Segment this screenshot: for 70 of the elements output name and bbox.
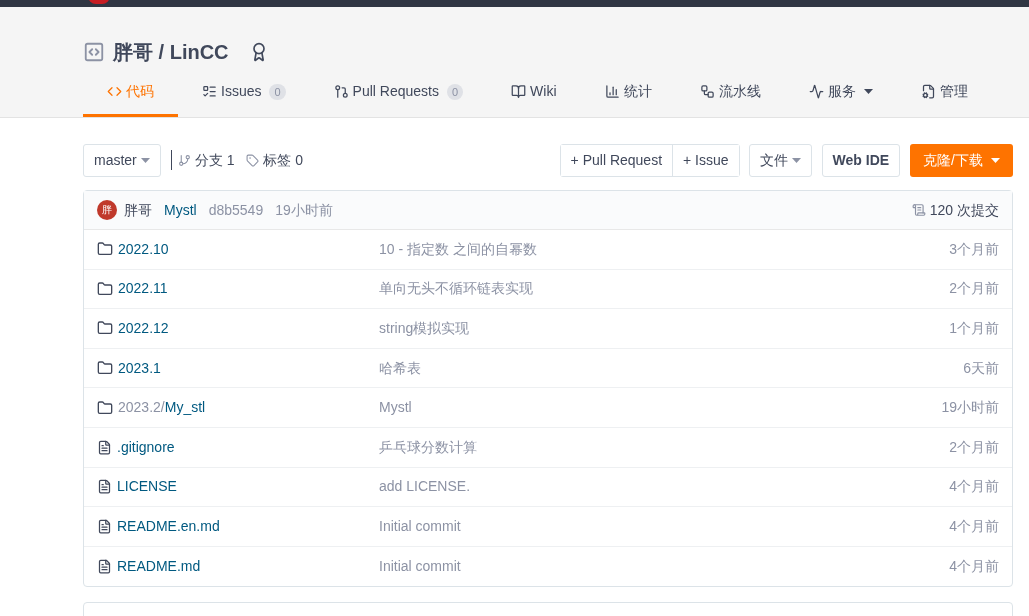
caret-icon	[791, 157, 801, 163]
file-name[interactable]: 2023.2/My_stl	[118, 397, 206, 419]
repo-tab[interactable]: 管理	[896, 69, 992, 117]
caret-icon	[140, 157, 150, 163]
caret-icon	[991, 157, 1000, 163]
file-name[interactable]: .gitignore	[117, 436, 175, 458]
tag-count[interactable]: 标签 0	[263, 149, 304, 171]
web-ide-button[interactable]: Web IDE	[821, 143, 901, 177]
file-menu-button[interactable]: 文件	[748, 143, 812, 177]
repo-tab[interactable]: Wiki	[487, 69, 581, 117]
commit-time: 19小时前	[275, 200, 333, 220]
file-icon	[97, 518, 112, 534]
repo-tab[interactable]: 统计	[580, 69, 676, 117]
branch-icon	[177, 153, 191, 167]
repo-tab[interactable]: 服务	[784, 69, 897, 117]
count-badge: 0	[447, 83, 464, 100]
folder-icon	[97, 280, 113, 297]
book-icon	[511, 84, 527, 99]
count-badge: 0	[269, 83, 286, 100]
tab-label: 服务	[827, 82, 856, 101]
document-gear-icon	[920, 84, 936, 99]
commit-count[interactable]: 120 次提交	[929, 199, 999, 221]
pull-request-icon	[333, 84, 349, 99]
repo-tab[interactable]: Issues 0	[178, 69, 310, 117]
repository-icon	[83, 41, 105, 63]
tag-icon	[246, 153, 260, 167]
commit-time: 1个月前	[949, 319, 999, 338]
avatar: 胖	[97, 200, 117, 220]
tab-label: 代码	[126, 82, 154, 101]
commit-time: 6天前	[963, 358, 999, 378]
tab-label: 管理	[939, 82, 968, 101]
commit-time: 3个月前	[949, 239, 999, 259]
branch-select[interactable]: master	[83, 143, 161, 177]
folder-icon	[97, 399, 113, 416]
folder-icon	[97, 320, 113, 337]
commit-time: 2个月前	[949, 437, 999, 457]
folder-icon	[97, 360, 113, 377]
file-icon	[97, 479, 112, 495]
commit-time: 19小时前	[941, 398, 999, 418]
file-name[interactable]: README.en.md	[117, 515, 220, 537]
file-name[interactable]: 2022.10	[118, 238, 169, 260]
file-name[interactable]: 2023.1	[118, 357, 161, 379]
commit-time: 4个月前	[949, 516, 999, 536]
file-icon	[97, 439, 112, 455]
tab-label: Issues	[221, 82, 262, 101]
tab-label: Pull Requests	[352, 82, 439, 101]
branch-count[interactable]: 分支 1	[194, 149, 235, 171]
file-name[interactable]: 2022.11	[118, 278, 168, 300]
file-name[interactable]: LICENSE	[117, 476, 177, 498]
commit-author[interactable]: 胖哥	[124, 199, 152, 221]
file-icon	[97, 559, 112, 575]
repo-tab[interactable]: 流水线	[675, 69, 785, 117]
commit-message[interactable]: Mystl	[164, 199, 197, 221]
bar-chart-icon	[604, 84, 620, 99]
code-icon	[107, 84, 122, 99]
repository-title[interactable]: 胖哥 / LinCC	[113, 37, 229, 67]
folder-icon	[97, 241, 113, 258]
file-name[interactable]: README.md	[117, 556, 201, 578]
pipeline-icon	[699, 84, 715, 99]
commit-time: 2个月前	[949, 279, 999, 299]
tab-label: 统计	[623, 82, 652, 101]
tab-label: 流水线	[718, 82, 761, 101]
commit-time: 4个月前	[949, 477, 999, 497]
tab-label: Wiki	[530, 82, 557, 101]
file-name[interactable]: 2022.12	[118, 318, 169, 339]
checklist-icon	[202, 84, 217, 99]
create-button[interactable]: + Issue	[672, 144, 739, 176]
pulse-icon	[808, 84, 824, 99]
repo-tab[interactable]: Pull Requests 0	[309, 69, 488, 117]
commit-time: 4个月前	[949, 557, 999, 577]
